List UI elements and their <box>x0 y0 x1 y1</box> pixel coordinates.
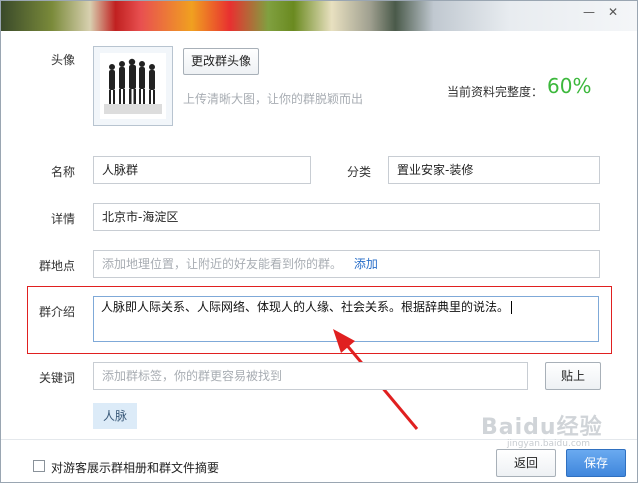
back-button[interactable]: 返回 <box>496 449 556 477</box>
guest-display-label: 对游客展示群相册和群文件摘要 <box>51 461 220 475</box>
change-avatar-button[interactable]: 更改群头像 <box>183 48 259 75</box>
add-location-link[interactable]: 添加 <box>354 257 378 271</box>
detail-label: 详情 <box>50 212 75 226</box>
keywords-label: 关键词 <box>38 371 75 385</box>
category-label: 分类 <box>346 165 371 179</box>
group-settings-window: — ✕ 头像 更改群头像 上传清晰大图，让你的群脱颖而出 当前资料完整度： 60… <box>0 0 638 483</box>
location-field[interactable]: 添加地理位置，让附近的好友能看到你的群。 添加 <box>93 250 600 278</box>
baidu-watermark: Baidu经验 <box>481 415 603 440</box>
avatar-hint: 上传清晰大图，让你的群脱颖而出 <box>183 92 364 106</box>
location-label: 群地点 <box>38 259 75 273</box>
category-select[interactable]: 置业安家-装修 <box>388 156 600 184</box>
save-button[interactable]: 保存 <box>566 449 626 477</box>
keywords-placeholder: 添加群标签，你的群更容易被找到 <box>102 369 283 383</box>
keyword-tag[interactable]: 人脉 <box>93 403 137 429</box>
intro-label: 群介绍 <box>38 305 75 319</box>
group-avatar-image <box>100 53 166 119</box>
detail-input[interactable]: 北京市-海淀区 <box>93 203 600 231</box>
group-name-input[interactable]: 人脉群 <box>93 156 311 184</box>
intro-text: 人脉即人际关系、人际网络、体现人的人缘、社会关系。根据辞典里的说法。 <box>101 300 510 314</box>
name-label: 名称 <box>50 165 75 179</box>
baidu-watermark-sub: jingyan.baidu.com <box>507 439 591 449</box>
avatar-label: 头像 <box>50 53 75 67</box>
keywords-input[interactable]: 添加群标签，你的群更容易被找到 <box>93 362 528 390</box>
guest-display-checkbox[interactable] <box>33 460 45 472</box>
paste-button[interactable]: 贴上 <box>545 362 601 390</box>
text-caret <box>511 301 513 314</box>
close-icon[interactable]: ✕ <box>605 5 621 19</box>
location-placeholder: 添加地理位置，让附近的好友能看到你的群。 <box>102 257 343 271</box>
completeness-label: 当前资料完整度： <box>447 85 544 99</box>
window-banner: — ✕ <box>1 1 637 31</box>
minimize-icon[interactable]: — <box>581 5 597 19</box>
completeness-value: 60% <box>547 74 592 98</box>
avatar[interactable] <box>93 46 173 126</box>
